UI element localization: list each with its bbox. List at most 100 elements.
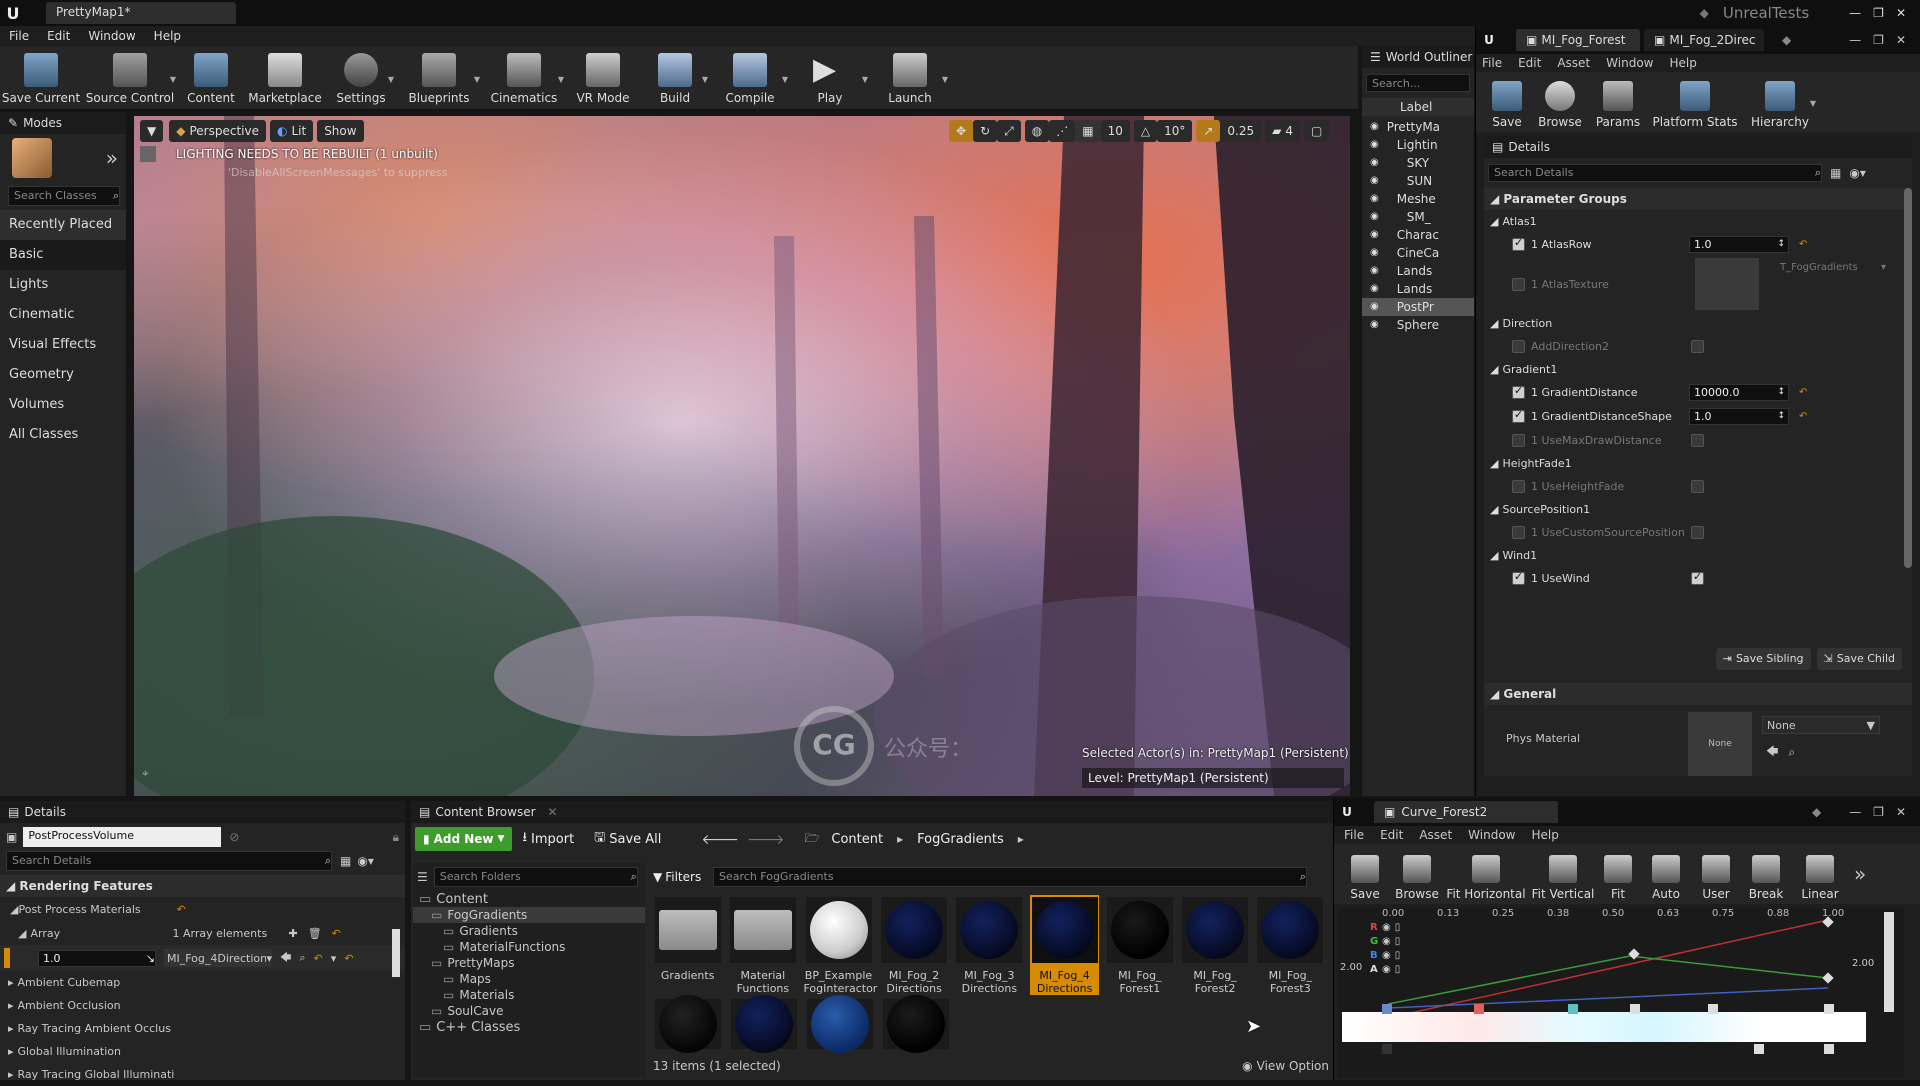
scale-icon[interactable]: ⤢	[997, 120, 1021, 142]
mode-basic[interactable]: Basic	[0, 240, 126, 270]
grid-snap-icon[interactable]: ▦	[1075, 120, 1101, 142]
view-options-eye-icon[interactable]: ◉	[1242, 1059, 1252, 1073]
mat-search-details[interactable]: Search Details ⌕	[1488, 164, 1822, 182]
mat-close-icon[interactable]: ✕	[1896, 33, 1906, 47]
gradient-preview[interactable]	[1342, 1012, 1866, 1042]
gradient-stop[interactable]	[1474, 1004, 1484, 1014]
mode-recently-placed[interactable]: Recently Placed	[0, 210, 126, 240]
gradient-stop[interactable]	[1382, 1004, 1392, 1014]
delete-elements-icon[interactable]: 🗑︎	[308, 927, 322, 940]
asset-tile[interactable]: MI_Fog_ Forest1	[1105, 895, 1174, 995]
view-options-button[interactable]: View Option	[1257, 1059, 1329, 1073]
translate-icon[interactable]: ✥	[949, 120, 974, 142]
param-override-checkbox[interactable]	[1512, 570, 1525, 585]
parameter-groups-header[interactable]: ◢ Parameter Groups	[1484, 188, 1912, 210]
mat-menu-window[interactable]: Window	[1606, 56, 1653, 70]
menu-file[interactable]: File	[0, 29, 38, 43]
crumb-foggradients[interactable]: FogGradients	[917, 832, 1004, 847]
outliner-row[interactable]: ◉ PostPr	[1362, 298, 1474, 316]
search-assets-input[interactable]: Search FogGradients ⌕	[713, 867, 1307, 887]
visibility-eye-icon[interactable]: ◉	[1370, 226, 1379, 244]
param-value-input[interactable]: 1.0 ↕	[1689, 407, 1789, 425]
texture-thumbnail[interactable]	[1695, 258, 1759, 310]
visibility-eye-icon[interactable]: ◉	[1370, 190, 1379, 208]
browse-asset-icon[interactable]: ⌕	[1788, 745, 1795, 760]
outliner-row[interactable]: ◉ SM_	[1362, 208, 1474, 226]
param-bool-checkbox[interactable]	[1691, 339, 1704, 353]
curve-menu-window[interactable]: Window	[1468, 828, 1515, 842]
save-sibling-button[interactable]: ⇥ Save Sibling	[1715, 648, 1811, 670]
mat-platform-stats-button[interactable]: Platform Stats	[1648, 71, 1742, 133]
mat-view-options-icon[interactable]: ▦	[1830, 166, 1841, 180]
curve-fit-button[interactable]: Fit	[1598, 843, 1638, 905]
surface-snap-icon[interactable]: ⋰	[1049, 120, 1076, 142]
mat-tab-2direc[interactable]: ▣ MI_Fog_2Direc	[1644, 29, 1764, 51]
rendering-category[interactable]: ▸ Ray Tracing Ambient Occlus	[0, 1017, 405, 1040]
mat-minimize-icon[interactable]: —	[1849, 33, 1861, 47]
asset-tile[interactable]: BP_Example FogInteractor	[804, 895, 877, 995]
param-override-checkbox[interactable]	[1512, 408, 1525, 423]
mat-save-button[interactable]: Save	[1482, 71, 1532, 133]
asset-tile[interactable]: MI_Fog_2 Directions	[880, 895, 949, 995]
marketplace-button[interactable]: Marketplace	[244, 47, 326, 109]
outliner-row[interactable]: ◉ Charac	[1362, 226, 1474, 244]
reset-to-default-icon[interactable]: ↶	[1799, 387, 1807, 398]
rotate-icon[interactable]: ↻	[973, 120, 998, 142]
folder-tree-item[interactable]: ▭ PrettyMaps	[413, 955, 645, 971]
curve-menu-asset[interactable]: Asset	[1419, 828, 1452, 842]
asset-tile[interactable]: Material Functions	[728, 895, 797, 995]
lit-button[interactable]: ◐ Lit	[269, 120, 314, 142]
element-use-selected-icon[interactable]: 🡄	[280, 949, 291, 968]
maximize-icon[interactable]: ❐	[1873, 6, 1884, 20]
save-child-button[interactable]: ⇲ Save Child	[1816, 648, 1902, 670]
param-value-input[interactable]: 10000.0 ↕	[1689, 383, 1789, 401]
visibility-eye-icon[interactable]: ◉	[1370, 118, 1379, 136]
curve-break-button[interactable]: Break	[1738, 843, 1794, 905]
viewport-options-button[interactable]: ▼	[140, 120, 164, 142]
save-current-button[interactable]: Save Current	[0, 47, 82, 109]
asset-tile[interactable]: MI_Fog_ Forest3	[1256, 895, 1325, 995]
alpha-stop[interactable]	[1824, 1044, 1834, 1054]
param-group-direction[interactable]: ◢ Direction	[1490, 312, 1912, 334]
menu-edit[interactable]: Edit	[38, 29, 79, 43]
curve-close-icon[interactable]: ✕	[1896, 805, 1906, 819]
mat-maximize-icon[interactable]: ❐	[1873, 33, 1884, 47]
mat-menu-asset[interactable]: Asset	[1557, 56, 1590, 70]
outliner-row[interactable]: ◉ SKY	[1362, 154, 1474, 172]
back-icon[interactable]: 🡐	[701, 831, 739, 848]
mat-menu-edit[interactable]: Edit	[1518, 56, 1541, 70]
curve-maximize-icon[interactable]: ❐	[1873, 805, 1884, 819]
param-override-checkbox[interactable]	[1512, 433, 1525, 447]
asset-tile[interactable]	[653, 995, 723, 1055]
visibility-eye-icon[interactable]: ◉	[1370, 208, 1379, 226]
mat-tab-forest[interactable]: ▣ MI_Fog_Forest	[1516, 29, 1640, 51]
reset-to-default-icon[interactable]: ↶	[1799, 411, 1807, 422]
asset-tile[interactable]: MI_Fog_ Forest2	[1181, 895, 1250, 995]
visibility-eye-icon[interactable]: ◉	[1370, 154, 1379, 172]
asset-tile[interactable]: Gradients	[653, 895, 722, 982]
gradient-stop[interactable]	[1630, 1004, 1640, 1014]
mat-eye-icon[interactable]: ◉▾	[1849, 166, 1866, 180]
forward-icon[interactable]: 🡒	[747, 831, 785, 848]
visibility-eye-icon[interactable]: ◉	[1370, 280, 1379, 298]
reset-to-default-icon[interactable]: ↶	[1799, 239, 1807, 250]
world-icon[interactable]: ◍	[1024, 120, 1050, 142]
mat-hierarchy-button[interactable]: Hierarchy ▼	[1742, 71, 1818, 133]
scale-size[interactable]: 0.25	[1220, 120, 1262, 142]
mat-details-scrollbar[interactable]	[1904, 188, 1912, 568]
alpha-stop[interactable]	[1754, 1044, 1764, 1054]
details-eye-icon[interactable]: ◉▾	[357, 854, 374, 868]
actor-info-icon[interactable]: ⊘	[229, 830, 239, 844]
folder-tree-item[interactable]: ▭ Materials	[413, 987, 645, 1003]
maximize-viewport-icon[interactable]: ▢	[1304, 120, 1330, 142]
grid-size[interactable]: 10	[1100, 120, 1130, 142]
place-mode-icon[interactable]	[12, 138, 52, 178]
angle-size[interactable]: 10°	[1157, 120, 1193, 142]
param-group-wind1[interactable]: ◢ Wind1	[1490, 544, 1912, 566]
use-selected-icon[interactable]: 🡄	[1766, 742, 1778, 763]
curve-user-button[interactable]: User	[1694, 843, 1738, 905]
add-new-button[interactable]: ▮ Add New ▼	[415, 827, 513, 851]
param-override-checkbox[interactable]	[1512, 277, 1525, 291]
curve-tab[interactable]: ▣ Curve_Forest2	[1374, 801, 1558, 823]
rendering-category[interactable]: ▸ Ambient Occlusion	[0, 994, 405, 1017]
